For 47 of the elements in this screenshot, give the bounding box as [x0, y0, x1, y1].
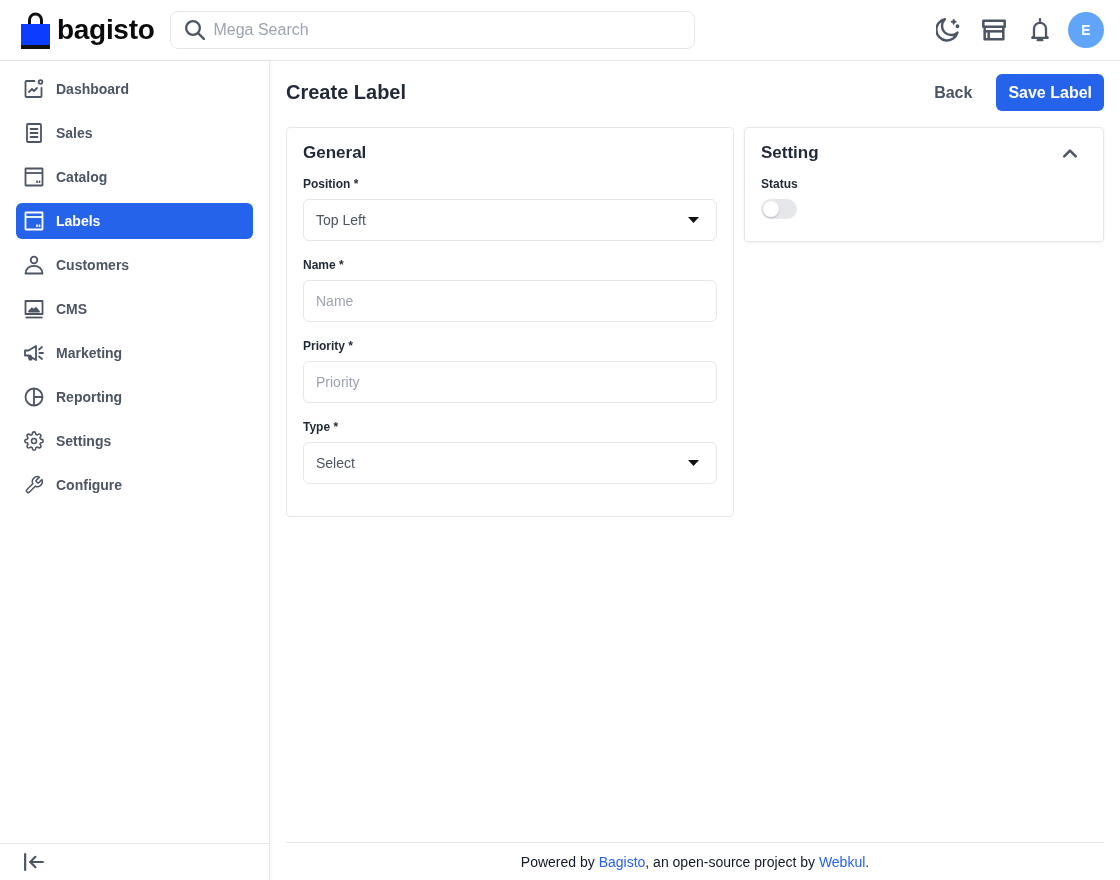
sidebar-item[interactable]: Labels: [16, 203, 253, 239]
store-icon[interactable]: [982, 18, 1006, 42]
collapse-icon[interactable]: [24, 852, 44, 872]
pie-chart-icon: [24, 387, 44, 407]
sidebar-item[interactable]: CMS: [16, 291, 253, 327]
field-label: Position *: [303, 176, 360, 192]
caret-icon: [688, 217, 699, 223]
document-icon: [24, 123, 44, 143]
shopping-bag-icon: [20, 11, 51, 49]
card-title: Setting: [761, 144, 819, 162]
field-label: Type *: [303, 419, 340, 435]
select-field[interactable]: Select: [303, 442, 717, 484]
save-button[interactable]: Save Label: [996, 74, 1104, 111]
logo-text: bagisto: [57, 16, 155, 44]
sidebar-item[interactable]: Reporting: [16, 379, 253, 415]
footer-text: Powered by Bagisto, an open-source project by Webkul.: [520, 853, 870, 870]
field-label: Priority *: [303, 338, 354, 354]
input-field[interactable]: Priority: [303, 361, 717, 403]
caret-icon: [688, 460, 699, 466]
sidebar-item[interactable]: Marketing: [16, 335, 253, 371]
wrench-icon: [24, 475, 44, 495]
status-toggle[interactable]: [761, 199, 797, 219]
card-title: General: [303, 144, 368, 162]
person-icon: [24, 255, 44, 275]
select-field[interactable]: Top Left: [303, 199, 717, 241]
megaphone-icon: [24, 343, 44, 363]
sidebar-item[interactable]: Sales: [16, 115, 253, 151]
monitor-icon: [24, 299, 44, 319]
sidebar-item[interactable]: Configure: [16, 467, 253, 503]
search-field[interactable]: Mega Search: [170, 11, 696, 49]
sidebar-item[interactable]: Catalog: [16, 159, 253, 195]
search-icon: [185, 20, 206, 40]
sidebar-item[interactable]: Settings: [16, 423, 253, 459]
back-link[interactable]: Back: [922, 77, 985, 108]
layout-icon: [24, 167, 44, 187]
page-title: Create Label: [286, 81, 407, 104]
layout-icon: [24, 211, 44, 231]
sidebar-item[interactable]: Customers: [16, 247, 253, 283]
input-field[interactable]: Name: [303, 280, 717, 322]
chevron-up-icon[interactable]: [1063, 148, 1077, 158]
chart-icon: [24, 79, 44, 99]
field-label: Status: [761, 176, 799, 192]
settings-icon: [24, 431, 44, 451]
field-label: Name *: [303, 257, 345, 273]
sidebar-item[interactable]: Dashboard: [16, 71, 253, 107]
bell-icon[interactable]: [1028, 18, 1052, 42]
moon-icon[interactable]: [936, 18, 960, 42]
